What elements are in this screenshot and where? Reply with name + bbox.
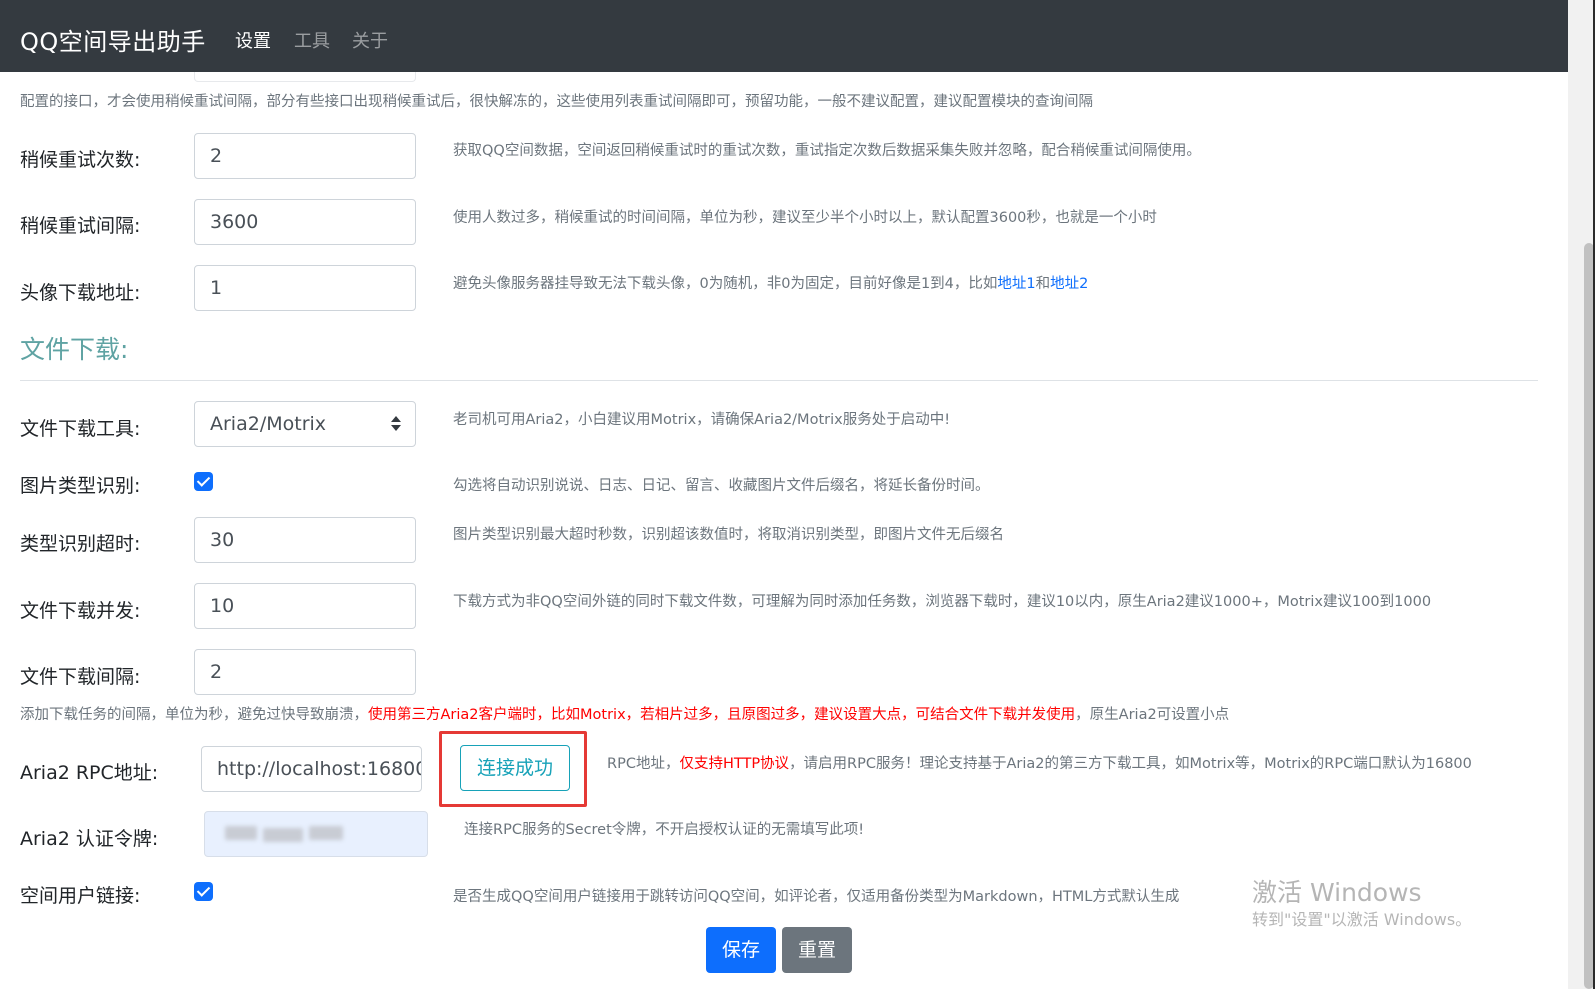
navbar: QQ空间导出助手 设置 工具 关于 [0, 0, 1568, 72]
avatar-link-2[interactable]: 地址2 [1050, 276, 1088, 292]
download-interval-help: 添加下载任务的间隔，单位为秒，避免过快导致崩溃，使用第三方Aria2客户端时，比… [20, 703, 1229, 724]
tab-about[interactable]: 关于 [352, 27, 388, 53]
download-tool-help: 老司机可用Aria2，小白建议用Motrix，请确保Aria2/Motrix服务… [453, 412, 951, 428]
avatar-url-help: 避免头像服务器挂导致无法下载头像，0为随机，非0为固定，目前好像是1到4，比如地… [453, 272, 1088, 293]
retry-module-help: 配置的接口，才会使用稍候重试间隔，部分有些接口出现稍候重试后，很快解冻的，这些使… [20, 94, 1093, 110]
download-interval-input[interactable]: 2 [194, 649, 416, 695]
type-timeout-input[interactable]: 30 [194, 517, 416, 563]
windows-activation-subtitle: 转到"设置"以激活 Windows。 [1252, 910, 1472, 929]
download-interval-label: 文件下载间隔: [20, 666, 141, 688]
avatar-url-label: 头像下载地址: [20, 282, 141, 304]
save-button[interactable]: 保存 [706, 927, 776, 973]
windows-activation-title: 激活 Windows [1252, 878, 1422, 907]
type-timeout-label: 类型识别超时: [20, 533, 141, 555]
rpc-token-input[interactable] [204, 811, 428, 857]
concurrency-input[interactable]: 10 [194, 583, 416, 629]
reset-button[interactable]: 重置 [782, 927, 852, 973]
retry-interval-label: 稍候重试间隔: [20, 215, 141, 237]
rpc-token-label: Aria2 认证令牌: [20, 828, 159, 850]
concurrency-help: 下载方式为非QQ空间外链的同时下载文件数，可理解为同时添加任务数，浏览器下载时，… [453, 594, 1432, 610]
rpc-url-help-2: ，请启用RPC服务！理论支持基于Aria2的第三方下载工具，如Motrix等，M… [789, 756, 1472, 772]
partial-input-field[interactable] [194, 72, 416, 82]
avatar-url-input[interactable]: 1 [194, 265, 416, 311]
retry-interval-input[interactable]: 3600 [194, 199, 416, 245]
download-interval-help-2: ，原生Aria2可设置小点 [1075, 707, 1230, 723]
retry-interval-help: 使用人数过多，稍候重试的时间间隔，单位为秒，建议至少半个小时以上，默认配置360… [453, 210, 1157, 226]
user-link-help: 是否生成QQ空间用户链接用于跳转访问QQ空间，如评论者，仅适用备份类型为Mark… [453, 889, 1180, 905]
section-title-file-download: 文件下载: [20, 335, 129, 364]
rpc-url-help-warning: 仅支持HTTP协议 [679, 756, 790, 772]
download-interval-help-warning: 使用第三方Aria2客户端时，比如Motrix，若相片过多，且原图过多，建议设置… [368, 707, 1076, 723]
connect-status-button[interactable]: 连接成功 [460, 745, 570, 791]
tab-tools[interactable]: 工具 [294, 27, 330, 53]
image-type-checkbox[interactable] [194, 472, 213, 491]
rpc-url-help-1: RPC地址， [607, 756, 680, 772]
app-brand[interactable]: QQ空间导出助手 [20, 22, 206, 57]
tab-settings[interactable]: 设置 [235, 27, 271, 53]
retry-count-label: 稍候重试次数: [20, 149, 141, 171]
download-tool-select[interactable]: Aria2/Motrix [194, 401, 416, 447]
concurrency-label: 文件下载并发: [20, 600, 141, 622]
avatar-link-1[interactable]: 地址1 [997, 276, 1035, 292]
avatar-link-and: 和 [1035, 276, 1051, 292]
rpc-url-help: RPC地址，仅支持HTTP协议，请启用RPC服务！理论支持基于Aria2的第三方… [607, 752, 1472, 773]
download-interval-help-1: 添加下载任务的间隔，单位为秒，避免过快导致崩溃， [20, 707, 368, 723]
rpc-url-label: Aria2 RPC地址: [20, 762, 159, 784]
type-timeout-help: 图片类型识别最大超时秒数，识别超该数值时，将取消识别类型，即图片文件无后缀名 [453, 527, 1004, 543]
download-tool-label: 文件下载工具: [20, 418, 141, 440]
retry-count-help: 获取QQ空间数据，空间返回稍候重试时的重试次数，重试指定次数后数据采集失败并忽略… [453, 143, 1201, 159]
retry-count-input[interactable]: 2 [194, 133, 416, 179]
redacted-token-1 [225, 826, 257, 840]
avatar-url-help-text: 避免头像服务器挂导致无法下载头像，0为随机，非0为固定，目前好像是1到4，比如 [453, 276, 998, 292]
rpc-url-input[interactable]: http://localhost:16800 [201, 746, 422, 792]
image-type-label: 图片类型识别: [20, 475, 141, 497]
redacted-token-3 [309, 826, 343, 840]
select-arrows-icon [391, 416, 401, 432]
section-divider [20, 380, 1538, 381]
redacted-token-2 [263, 828, 303, 842]
user-link-checkbox[interactable] [194, 882, 213, 901]
image-type-help: 勾选将自动识别说说、日志、日记、留言、收藏图片文件后缀名，将延长备份时间。 [453, 478, 990, 494]
rpc-token-help: 连接RPC服务的Secret令牌，不开启授权认证的无需填写此项! [464, 822, 865, 838]
download-tool-selected: Aria2/Motrix [210, 413, 327, 435]
user-link-label: 空间用户链接: [20, 885, 141, 907]
